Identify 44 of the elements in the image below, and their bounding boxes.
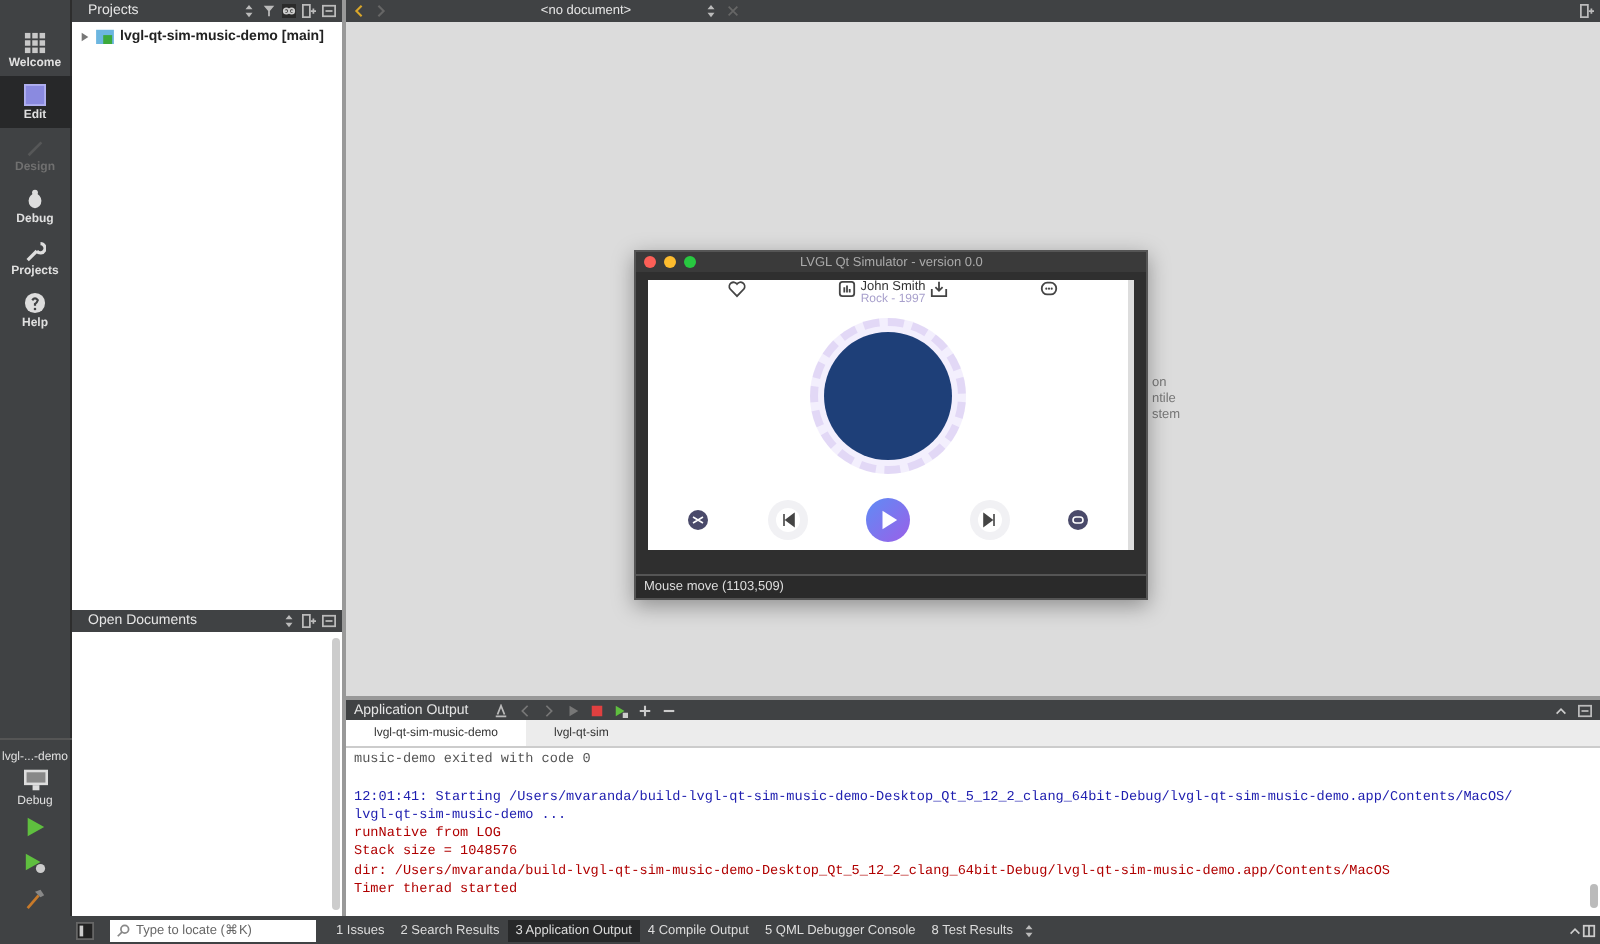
close-pane-icon[interactable] xyxy=(322,4,336,18)
photo-placeholder xyxy=(824,332,952,460)
maximize-icon[interactable] xyxy=(1554,703,1568,717)
zoom-in-icon[interactable] xyxy=(638,703,653,717)
project-folder-icon xyxy=(96,28,114,44)
help-icon xyxy=(24,291,46,313)
search-icon xyxy=(116,923,130,937)
sort-icon[interactable] xyxy=(242,4,256,18)
filter-icon[interactable] xyxy=(262,4,276,18)
split-icon[interactable] xyxy=(302,4,316,18)
shuffle-icon[interactable] xyxy=(688,510,708,530)
wrench-icon xyxy=(24,239,46,261)
close-pane-icon[interactable] xyxy=(322,614,336,628)
bug-icon xyxy=(24,187,46,209)
chat-icon[interactable] xyxy=(1040,280,1058,298)
maximize-icon[interactable] xyxy=(1568,923,1582,937)
sort-icon[interactable] xyxy=(282,614,296,628)
grid-icon xyxy=(24,31,46,53)
run-icon[interactable] xyxy=(24,816,46,838)
sort-icon[interactable] xyxy=(704,4,718,18)
minimize-window-button[interactable] xyxy=(664,256,676,268)
debug-run-icon[interactable] xyxy=(24,852,46,874)
loop-icon[interactable] xyxy=(1068,510,1088,530)
heart-icon[interactable] xyxy=(728,280,746,298)
sort-icon[interactable] xyxy=(1021,923,1035,937)
split-icon[interactable] xyxy=(302,614,316,628)
close-window-button[interactable] xyxy=(644,256,656,268)
play-button[interactable] xyxy=(866,498,910,542)
expand-arrow-icon[interactable] xyxy=(80,31,90,41)
split-icon[interactable] xyxy=(1580,4,1594,18)
rerun-icon[interactable] xyxy=(614,703,629,717)
zoom-window-button[interactable] xyxy=(684,256,696,268)
link-icon[interactable] xyxy=(282,4,296,18)
close-pane-icon[interactable] xyxy=(1578,703,1592,717)
scrollbar[interactable] xyxy=(332,638,340,910)
next-track-icon[interactable] xyxy=(969,500,1009,540)
previous-track-icon[interactable] xyxy=(767,500,807,540)
split-icon[interactable] xyxy=(1582,923,1596,937)
scrollbar[interactable] xyxy=(1590,884,1598,908)
hammer-icon[interactable] xyxy=(24,888,46,910)
monitor-icon[interactable] xyxy=(21,768,49,792)
download-icon[interactable] xyxy=(929,280,948,298)
chart-icon[interactable] xyxy=(838,280,857,298)
sidebar-toggle-icon[interactable] xyxy=(76,921,94,939)
